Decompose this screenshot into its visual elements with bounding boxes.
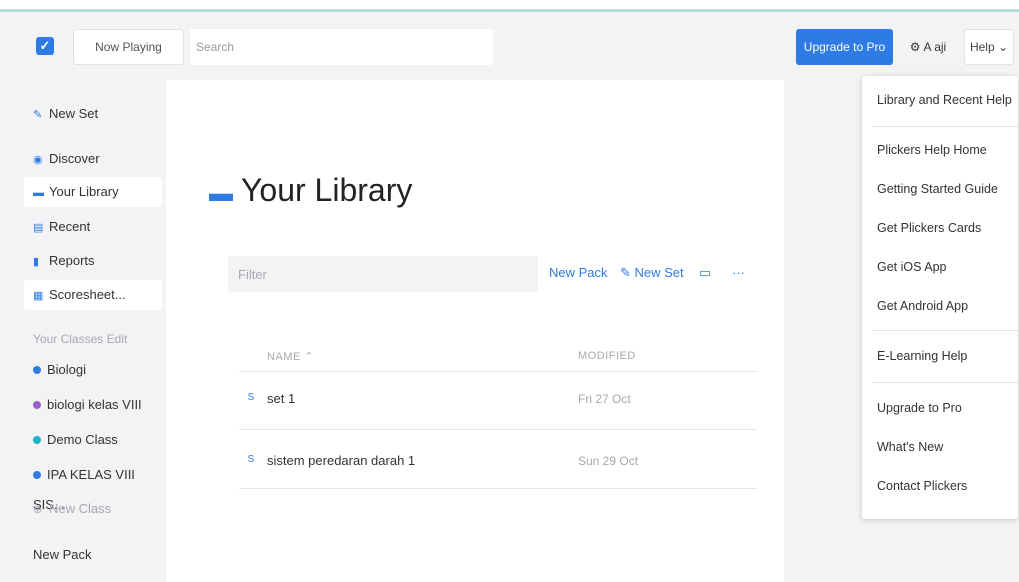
top-accent-strip xyxy=(0,0,1019,12)
new-set-button[interactable]: ✎ New Set xyxy=(620,265,684,281)
compass-icon: ◉ xyxy=(33,154,43,166)
sidebar-class-demo-class[interactable]: Demo Class xyxy=(24,425,162,455)
sidebar-class-biologi-kelas-viii[interactable]: biologi kelas VIII xyxy=(24,390,162,420)
sidebar-item-label: Recent xyxy=(49,219,91,234)
column-header-name[interactable]: NAME ⌃ xyxy=(267,350,314,363)
divider xyxy=(239,488,757,489)
divider xyxy=(239,371,757,372)
gear-icon: ⚙ xyxy=(909,40,921,54)
sidebar-item-your-library[interactable]: ▬ Your Library xyxy=(24,177,162,207)
sidebar-item-label: Scoresheet... xyxy=(49,287,126,302)
now-playing-button[interactable]: Now Playing xyxy=(73,29,184,65)
sidebar-item-new-set[interactable]: ✎ New Set xyxy=(24,99,162,129)
sidebar-item-discover[interactable]: ◉ Discover xyxy=(24,144,162,174)
row-modified: Sun 29 Oct xyxy=(578,454,639,468)
scoresheet-icon: ▦ xyxy=(33,290,44,302)
new-folder-icon[interactable]: ▭ xyxy=(699,265,711,281)
sidebar-item-label: New Class xyxy=(49,501,112,516)
sidebar-item-recent[interactable]: ▤ Recent xyxy=(24,212,162,242)
search-input[interactable] xyxy=(190,29,493,65)
divider xyxy=(239,429,757,430)
set-icon: S xyxy=(247,392,255,403)
folder-icon: ▬ xyxy=(209,180,233,207)
sidebar-item-label: Reports xyxy=(49,253,95,268)
your-classes-label: Your Classes Edit xyxy=(33,332,128,346)
page-title-text: Your Library xyxy=(241,172,413,208)
menu-item-e-learning-help[interactable]: E-Learning Help xyxy=(877,349,967,363)
upgrade-to-pro-button[interactable]: Upgrade to Pro xyxy=(796,29,893,65)
recent-icon: ▤ xyxy=(33,222,44,234)
sidebar-item-reports[interactable]: ▮ Reports xyxy=(24,246,162,276)
column-header-modified[interactable]: MODIFIED xyxy=(578,350,636,362)
sidebar-item-label: Your Library xyxy=(49,184,119,199)
sidebar-item-scoresheet[interactable]: ▦ Scoresheet... xyxy=(24,280,162,310)
app-logo-icon[interactable]: ✓ xyxy=(36,37,54,55)
class-name: biologi kelas VIII xyxy=(47,397,142,412)
sidebar-class-ipa-kelas-viii[interactable]: IPA KELAS VIII SIS... xyxy=(24,460,162,512)
menu-item-plickers-help-home[interactable]: Plickers Help Home xyxy=(877,143,987,157)
folder-icon: ▬ xyxy=(33,187,44,199)
sidebar-item-label: New Pack xyxy=(33,547,92,562)
sidebar: ✎ New Set ◉ Discover ▬ Your Library ▤ Recent… xyxy=(0,80,166,582)
account-button[interactable]: ⚙ A aji xyxy=(899,29,957,65)
menu-item-get-ios-app[interactable]: Get iOS App xyxy=(877,260,946,274)
menu-item-library-recent-help[interactable]: Library and Recent Help xyxy=(877,93,1012,107)
edit-icon: ✎ xyxy=(620,265,635,280)
more-options-button[interactable]: ··· xyxy=(732,265,745,280)
sidebar-new-class[interactable]: ⊕ New Class xyxy=(24,494,162,524)
sidebar-item-label: New Set xyxy=(49,106,99,121)
row-name: sistem peredaran darah 1 xyxy=(267,453,416,468)
class-color-dot xyxy=(33,365,41,374)
menu-item-get-android-app[interactable]: Get Android App xyxy=(877,299,968,313)
menu-item-whats-new[interactable]: What's New xyxy=(877,440,943,454)
new-pack-button[interactable]: New Pack xyxy=(549,265,608,280)
help-button[interactable]: Help ⌄ xyxy=(964,29,1014,65)
sidebar-new-pack[interactable]: New Pack xyxy=(24,540,162,570)
filter-input[interactable] xyxy=(228,256,538,292)
page-title: ▬ Your Library xyxy=(209,172,412,209)
class-color-dot xyxy=(33,400,41,409)
library-main: ▬ Your Library New Pack ✎ New Set ▭ ··· N… xyxy=(166,80,784,582)
menu-divider xyxy=(872,330,1018,331)
menu-item-upgrade-to-pro[interactable]: Upgrade to Pro xyxy=(877,401,962,415)
menu-divider xyxy=(872,126,1018,127)
menu-divider xyxy=(872,382,1018,383)
top-bar: ✓ Now Playing Upgrade to Pro ⚙A aji Help… xyxy=(0,12,1019,80)
sidebar-item-label: Discover xyxy=(49,151,100,166)
plus-icon: ⊕ xyxy=(33,504,43,516)
help-dropdown-menu: Library and Recent Help Plickers Help Ho… xyxy=(862,76,1018,519)
class-name: Biologi xyxy=(47,362,87,377)
reports-icon: ▮ xyxy=(33,256,40,268)
menu-item-contact-plickers[interactable]: Contact Plickers xyxy=(877,479,967,493)
set-icon: S xyxy=(247,454,255,465)
new-set-label: New Set xyxy=(634,265,684,280)
row-modified: Fri 27 Oct xyxy=(578,392,631,406)
account-name: A aji xyxy=(923,40,947,54)
row-name: set 1 xyxy=(267,391,296,406)
edit-icon: ✎ xyxy=(33,109,43,121)
menu-item-get-plickers-cards[interactable]: Get Plickers Cards xyxy=(877,221,981,235)
menu-item-getting-started[interactable]: Getting Started Guide xyxy=(877,182,998,196)
class-name: Demo Class xyxy=(47,432,118,447)
sidebar-class-biologi[interactable]: Biologi xyxy=(24,355,162,385)
class-color-dot xyxy=(33,435,41,444)
class-color-dot xyxy=(33,470,41,479)
